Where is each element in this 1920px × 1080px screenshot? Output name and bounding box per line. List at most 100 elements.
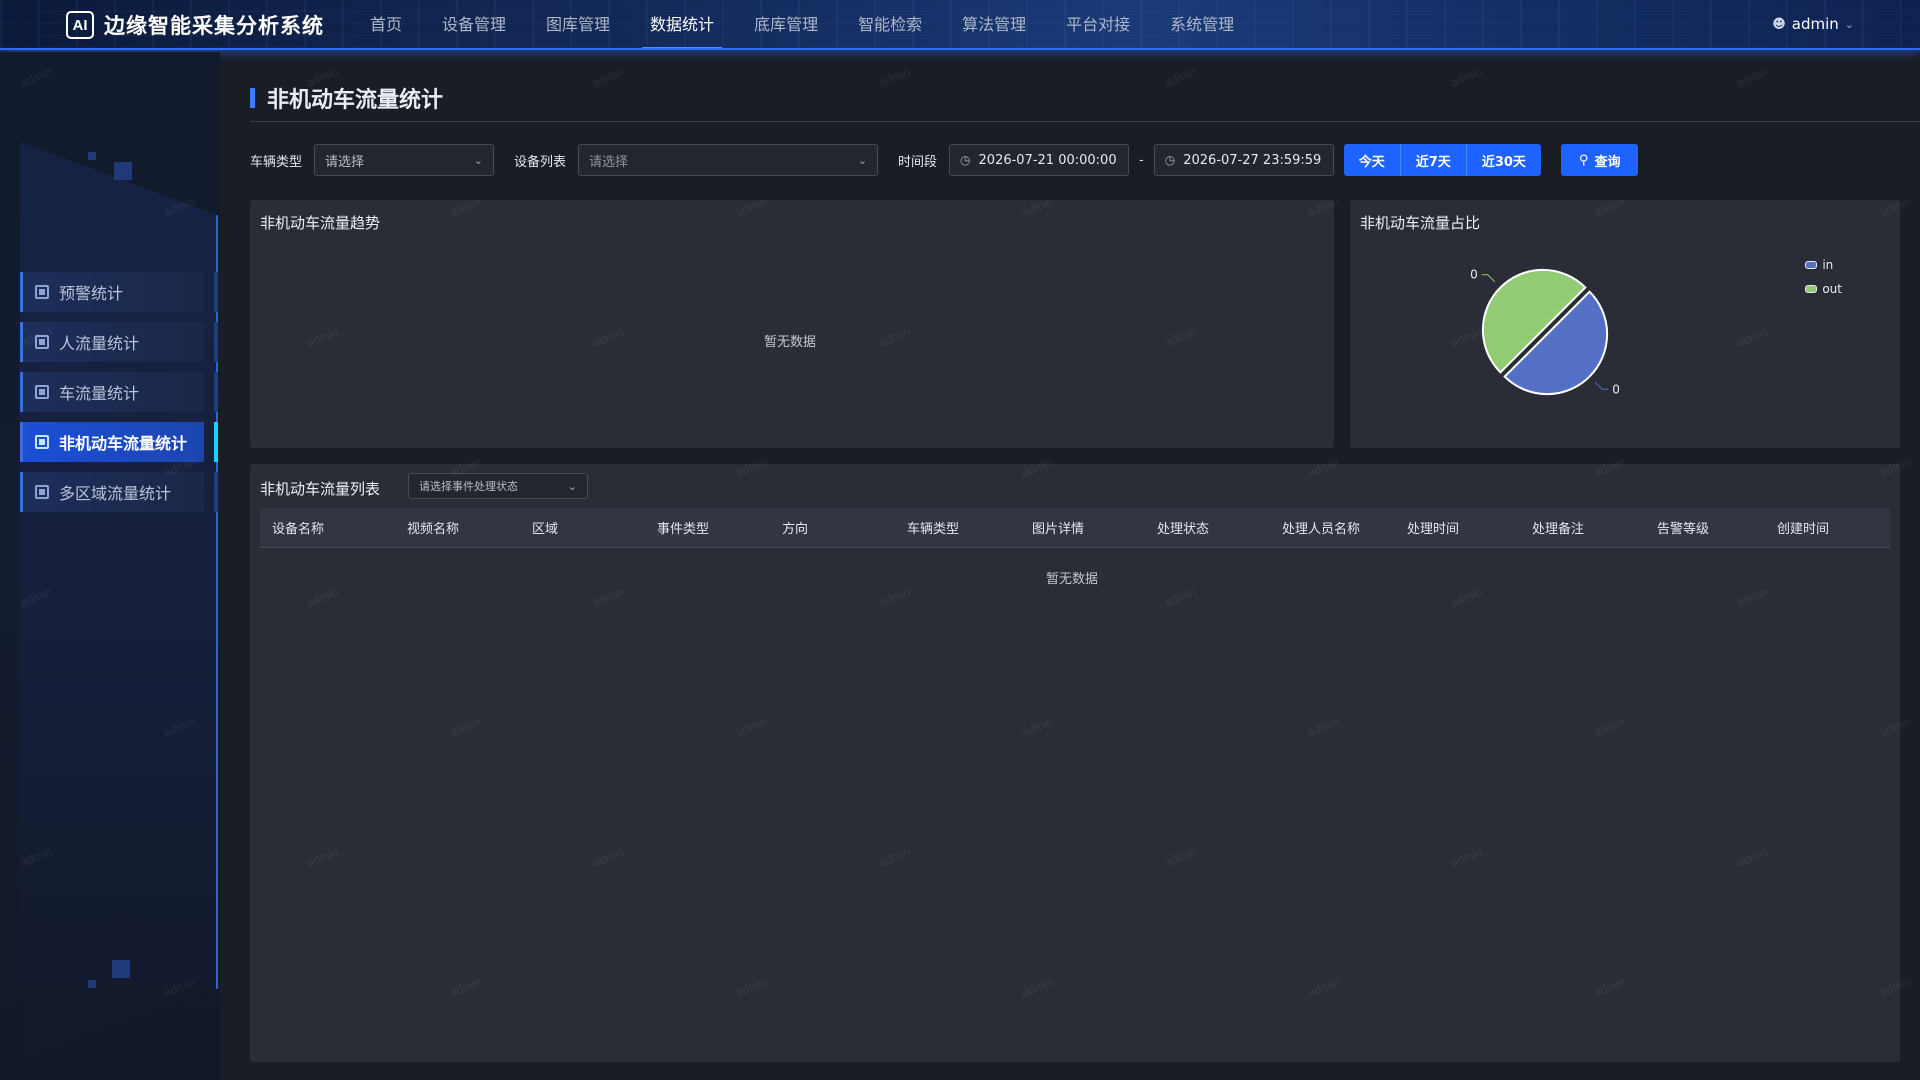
sidebar-item-label: 多区域流量统计 <box>59 484 172 503</box>
username: admin <box>1791 15 1839 33</box>
legend-swatch-in <box>1805 261 1818 269</box>
column-header[interactable]: 视频名称 <box>395 518 520 537</box>
chevron-down-icon: ⌄ <box>1844 17 1854 31</box>
pie-data-label: 0 <box>1470 268 1478 282</box>
sidebar-item-label: 车流量统计 <box>59 384 140 403</box>
sidebar-item-alert-stats[interactable]: 预警统计 <box>20 272 218 312</box>
column-header[interactable]: 区域 <box>520 518 645 537</box>
top-header: AI 边缘智能采集分析系统 首页 设备管理 图库管理 数据统计 底库管理 智能检… <box>0 0 1920 50</box>
nav-smart-search[interactable]: 智能检索 <box>838 0 942 48</box>
chevron-down-icon: ⌄ <box>473 153 484 167</box>
sidebar-deco-square <box>88 980 96 988</box>
sidebar-item-non-motor-stats[interactable]: 非机动车流量统计 <box>20 422 218 462</box>
clock-icon: ◷ <box>960 153 971 167</box>
column-header[interactable]: 方向 <box>770 518 895 537</box>
watermark-text: admin <box>590 64 627 90</box>
column-header[interactable]: 设备名称 <box>260 518 395 537</box>
sidebar: 预警统计 人流量统计 车流量统计 非机动车流量统计 多区域流量统计 <box>0 52 220 1080</box>
pie-label-line <box>1594 381 1609 390</box>
device-list-placeholder: 请选择 <box>589 154 629 170</box>
nav-system-management[interactable]: 系统管理 <box>1150 0 1254 48</box>
page-title-text: 非机动车流量统计 <box>267 88 444 113</box>
column-header[interactable]: 车辆类型 <box>895 518 1020 537</box>
vehicle-type-label: 车辆类型 <box>250 154 303 170</box>
sidebar-item-label: 非机动车流量统计 <box>59 434 188 453</box>
query-label: 查询 <box>1594 154 1621 170</box>
vehicle-type-placeholder: 请选择 <box>325 154 365 170</box>
trend-empty-text: 暂无数据 <box>764 335 817 350</box>
watermark-text: admin <box>1734 64 1771 90</box>
nav-platform-integration[interactable]: 平台对接 <box>1046 0 1150 48</box>
box-icon <box>35 335 49 349</box>
sidebar-deco-square <box>112 960 130 978</box>
sidebar-item-pedestrian-stats[interactable]: 人流量统计 <box>20 322 218 362</box>
column-header[interactable]: 处理时间 <box>1395 518 1520 537</box>
end-date-picker[interactable]: ◷ 2026-07-27 23:59:59 <box>1153 144 1334 176</box>
sidebar-item-multi-area-stats[interactable]: 多区域流量统计 <box>20 472 218 512</box>
legend-swatch-out <box>1805 285 1818 293</box>
ratio-card: 非机动车流量占比 00 in out <box>1350 200 1900 448</box>
event-status-placeholder: 请选择事件处理状态 <box>419 480 518 493</box>
ai-logo-icon: AI <box>66 11 94 39</box>
clock-icon: ◷ <box>1164 153 1176 167</box>
column-header[interactable]: 事件类型 <box>645 518 770 537</box>
last-7-days-button[interactable]: 近7天 <box>1400 144 1467 176</box>
legend-label-in: in <box>1822 258 1834 272</box>
query-button[interactable]: ⚲ 查询 <box>1560 144 1639 176</box>
sidebar-item-vehicle-stats[interactable]: 车流量统计 <box>20 372 218 412</box>
pie-label-line <box>1481 274 1496 283</box>
legend-item-in[interactable]: in <box>1805 258 1842 272</box>
sidebar-item-label: 预警统计 <box>59 284 124 303</box>
filter-bar: 车辆类型 请选择 ⌄ 设备列表 请选择 ⌄ 时间段 ◷ 2026-07-21 0… <box>250 143 1639 177</box>
date-separator: - <box>1139 152 1144 168</box>
user-menu[interactable]: ☻ admin ⌄ <box>1772 15 1854 33</box>
nav-home[interactable]: 首页 <box>350 0 422 48</box>
quick-range-group: 今天 近7天 近30天 <box>1343 144 1541 176</box>
box-icon <box>35 435 49 449</box>
legend-item-out[interactable]: out <box>1805 282 1842 296</box>
sidebar-deco-square <box>114 162 132 180</box>
device-list-select[interactable]: 请选择 ⌄ <box>578 144 879 176</box>
today-button[interactable]: 今天 <box>1343 144 1401 176</box>
watermark-text: admin <box>876 64 913 90</box>
event-status-select[interactable]: 请选择事件处理状态 ⌄ <box>408 473 588 499</box>
chevron-down-icon: ⌄ <box>567 479 577 493</box>
last-30-days-button[interactable]: 近30天 <box>1466 144 1541 176</box>
chevron-down-icon: ⌄ <box>857 153 868 167</box>
sidebar-deco-square <box>88 152 96 160</box>
nav-data-statistics[interactable]: 数据统计 <box>630 0 734 48</box>
table-empty-text: 暂无数据 <box>1046 572 1099 587</box>
trend-card: 非机动车流量趋势 暂无数据 <box>250 200 1334 448</box>
pie-legend: in out <box>1805 258 1842 306</box>
column-header[interactable]: 告警等级 <box>1645 518 1765 537</box>
nav-algorithm-management[interactable]: 算法管理 <box>942 0 1046 48</box>
column-header[interactable]: 图片详情 <box>1020 518 1145 537</box>
sidebar-item-label: 人流量统计 <box>59 334 140 353</box>
title-divider <box>250 121 1920 122</box>
main-nav: 首页 设备管理 图库管理 数据统计 底库管理 智能检索 算法管理 平台对接 系统… <box>350 0 1254 48</box>
box-icon <box>35 385 49 399</box>
table-header: 设备名称 视频名称 区域 事件类型 方向 车辆类型 图片详情 处理状态 处理人员… <box>260 508 1890 548</box>
vehicle-type-select[interactable]: 请选择 ⌄ <box>314 144 495 176</box>
watermark-text: admin <box>1448 64 1485 90</box>
column-header[interactable]: 处理备注 <box>1520 518 1645 537</box>
start-date-picker[interactable]: ◷ 2026-07-21 00:00:00 <box>949 144 1130 176</box>
nav-base-library[interactable]: 底库管理 <box>734 0 838 48</box>
title-accent-bar <box>250 88 255 108</box>
nav-device-management[interactable]: 设备管理 <box>422 0 526 48</box>
sidebar-menu: 预警统计 人流量统计 车流量统计 非机动车流量统计 多区域流量统计 <box>20 272 220 522</box>
column-header[interactable]: 创建时间 <box>1765 518 1885 537</box>
pie-data-label: 0 <box>1612 382 1620 396</box>
list-card-title: 非机动车流量列表 <box>260 480 381 498</box>
watermark-text: admin <box>1162 64 1199 90</box>
page-title: 非机动车流量统计 <box>250 82 443 114</box>
nav-gallery-management[interactable]: 图库管理 <box>526 0 630 48</box>
start-date-value: 2026-07-21 00:00:00 <box>978 152 1117 168</box>
list-card: 非机动车流量列表 请选择事件处理状态 ⌄ 设备名称 视频名称 区域 事件类型 方… <box>250 464 1900 1062</box>
brand: AI 边缘智能采集分析系统 <box>66 10 324 40</box>
box-icon <box>35 485 49 499</box>
column-header[interactable]: 处理人员名称 <box>1270 518 1395 537</box>
app-title: 边缘智能采集分析系统 <box>104 14 324 38</box>
column-header[interactable]: 处理状态 <box>1145 518 1270 537</box>
user-icon: ☻ <box>1772 16 1786 32</box>
